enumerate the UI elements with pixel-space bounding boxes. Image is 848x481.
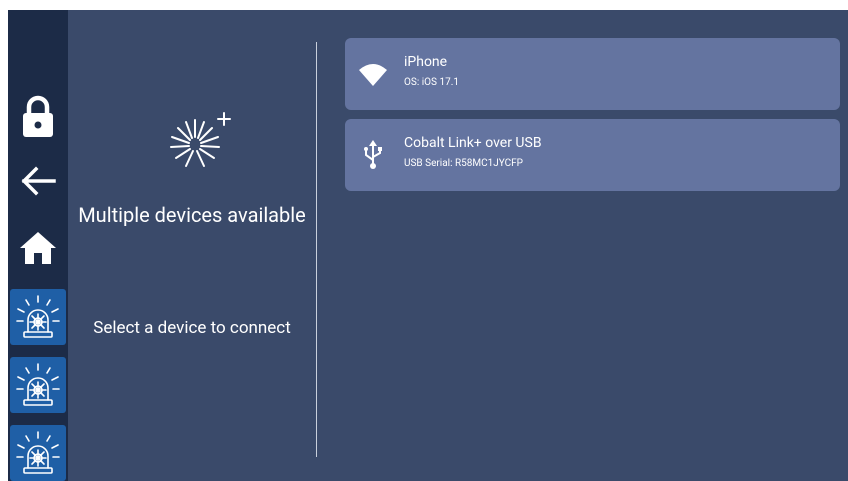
home-button[interactable] <box>8 222 68 274</box>
arrow-left-icon <box>21 166 56 196</box>
wifi-icon <box>357 58 389 90</box>
lock-button[interactable] <box>8 88 68 144</box>
status-title: Multiple devices available <box>78 203 306 227</box>
beacon-icon <box>16 295 60 338</box>
device-name: Cobalt Link+ over USB <box>404 135 542 151</box>
divider <box>316 42 317 457</box>
device-detail: USB Serial: R58MC1JYCFP <box>404 158 523 169</box>
device-name: iPhone <box>404 54 448 70</box>
device-item-iphone[interactable]: iPhone OS: iOS 17.1 <box>345 38 840 110</box>
alarm-button-3[interactable] <box>10 425 66 481</box>
device-detail: OS: iOS 17.1 <box>404 77 459 88</box>
back-button[interactable] <box>8 156 68 206</box>
app-screen: Multiple devices available Select a devi… <box>8 10 848 481</box>
usb-icon <box>357 139 389 171</box>
beacon-icon <box>16 431 60 474</box>
alarm-button-1[interactable] <box>10 289 66 345</box>
status-panel: Multiple devices available Select a devi… <box>68 10 316 481</box>
status-instruction: Select a device to connect <box>93 318 291 338</box>
lock-icon <box>23 95 53 137</box>
beacon-icon <box>16 363 60 406</box>
searching-icon <box>170 112 231 167</box>
alarm-button-2[interactable] <box>10 357 66 413</box>
home-icon <box>20 232 56 264</box>
device-item-usb[interactable]: Cobalt Link+ over USB USB Serial: R58MC1… <box>345 119 840 191</box>
sidebar <box>8 10 68 481</box>
